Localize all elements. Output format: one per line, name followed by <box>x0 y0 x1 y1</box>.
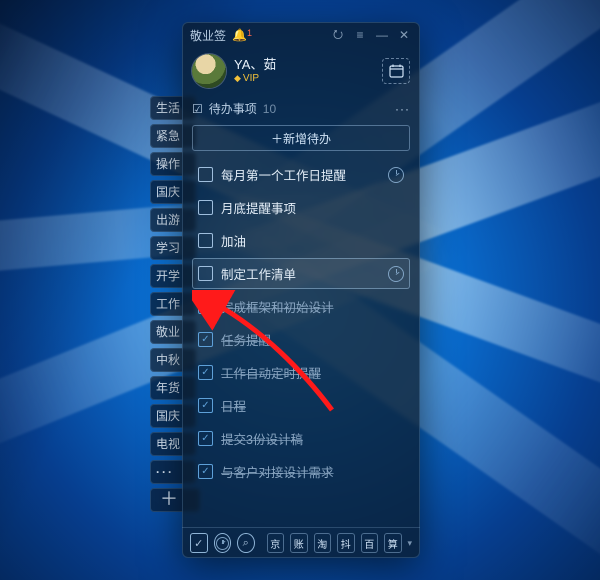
todo-label: 月底提醒事项 <box>221 198 404 217</box>
shortcut-chip[interactable]: 京 <box>267 533 285 553</box>
todo-label: 工作自动定时提醒 <box>221 363 404 382</box>
todo-label: 制定工作清单 <box>221 264 380 283</box>
add-todo-button[interactable]: ＋新增待办 <box>192 125 410 151</box>
chevron-down-icon[interactable]: ▾ <box>408 538 413 549</box>
completed-view-icon[interactable]: ✓ <box>190 533 208 553</box>
todo-checkbox[interactable] <box>198 167 213 182</box>
vip-badge: VIP <box>234 73 276 85</box>
minimize-icon[interactable]: — <box>374 27 390 43</box>
section-title: 待办事项 <box>209 100 257 117</box>
app-window: 敬业签 🔔1 ⭮ ≡ — ✕ YA、茹 VIP <box>182 22 420 558</box>
todo-label: 每月第一个工作日提醒 <box>221 165 380 184</box>
shortcut-chip[interactable]: 账 <box>290 533 308 553</box>
todo-label: 完成框架和初始设计 <box>221 297 404 316</box>
shortcut-chip[interactable]: 算 <box>384 533 402 553</box>
todo-checkbox[interactable] <box>198 233 213 248</box>
notification-count: 1 <box>247 28 252 38</box>
todo-checkbox[interactable] <box>198 332 213 347</box>
todo-label: 日程 <box>221 396 404 415</box>
todo-item[interactable]: 完成框架和初始设计 <box>192 291 410 322</box>
menu-icon[interactable]: ≡ <box>352 27 368 43</box>
todo-item[interactable]: 日程 <box>192 390 410 421</box>
bottom-bar: ✓ ⌕ 京 账 淘 抖 百 算 ▾ <box>182 527 420 558</box>
calendar-button[interactable] <box>382 58 410 84</box>
close-icon[interactable]: ✕ <box>396 27 412 43</box>
todo-checkbox[interactable] <box>198 431 213 446</box>
todo-label: 加油 <box>221 231 404 250</box>
pin-icon: ☑ <box>192 102 203 116</box>
section-count: 10 <box>263 102 276 116</box>
shortcut-chip[interactable]: 淘 <box>314 533 332 553</box>
todo-item[interactable]: 月底提醒事项 <box>192 192 410 223</box>
shortcut-chip[interactable]: 抖 <box>337 533 355 553</box>
reminder-clock-icon <box>388 266 404 282</box>
avatar[interactable] <box>192 54 226 88</box>
app-title: 敬业签 <box>190 27 226 44</box>
username: YA、茹 <box>234 58 276 73</box>
todo-checkbox[interactable] <box>198 299 213 314</box>
section-header: ☑ 待办事项 10 ··· <box>182 96 420 121</box>
user-bar: YA、茹 VIP <box>182 48 420 96</box>
todo-list: 每月第一个工作日提醒月底提醒事项加油制定工作清单完成框架和初始设计任务提醒工作自… <box>182 157 420 527</box>
timed-view-icon[interactable] <box>214 533 232 553</box>
todo-item[interactable]: 与客户对接设计需求 <box>192 456 410 487</box>
todo-checkbox[interactable] <box>198 398 213 413</box>
todo-label: 提交3份设计稿 <box>221 429 404 448</box>
todo-item[interactable]: 工作自动定时提醒 <box>192 357 410 388</box>
todo-label: 与客户对接设计需求 <box>221 462 404 481</box>
todo-checkbox[interactable] <box>198 365 213 380</box>
todo-checkbox[interactable] <box>198 266 213 281</box>
todo-item[interactable]: 加油 <box>192 225 410 256</box>
todo-item[interactable]: 每月第一个工作日提醒 <box>192 159 410 190</box>
todo-checkbox[interactable] <box>198 200 213 215</box>
desktop-wallpaper: 生活 紧急 操作 国庆 出游 学习 开学 工作 敬业 中秋 年货 国庆 电视 ·… <box>0 0 600 580</box>
todo-checkbox[interactable] <box>198 464 213 479</box>
todo-item[interactable]: 制定工作清单 <box>192 258 410 289</box>
calendar-icon <box>389 64 404 78</box>
notification-bell-icon[interactable]: 🔔1 <box>232 28 252 42</box>
sync-icon[interactable]: ⭮ <box>330 27 346 43</box>
search-icon[interactable]: ⌕ <box>237 533 255 553</box>
todo-item[interactable]: 任务提醒 <box>192 324 410 355</box>
reminder-clock-icon <box>388 167 404 183</box>
titlebar: 敬业签 🔔1 ⭮ ≡ — ✕ <box>182 22 420 48</box>
shortcut-chip[interactable]: 百 <box>361 533 379 553</box>
todo-label: 任务提醒 <box>221 330 404 349</box>
section-more-icon[interactable]: ··· <box>395 102 410 116</box>
todo-item[interactable]: 提交3份设计稿 <box>192 423 410 454</box>
